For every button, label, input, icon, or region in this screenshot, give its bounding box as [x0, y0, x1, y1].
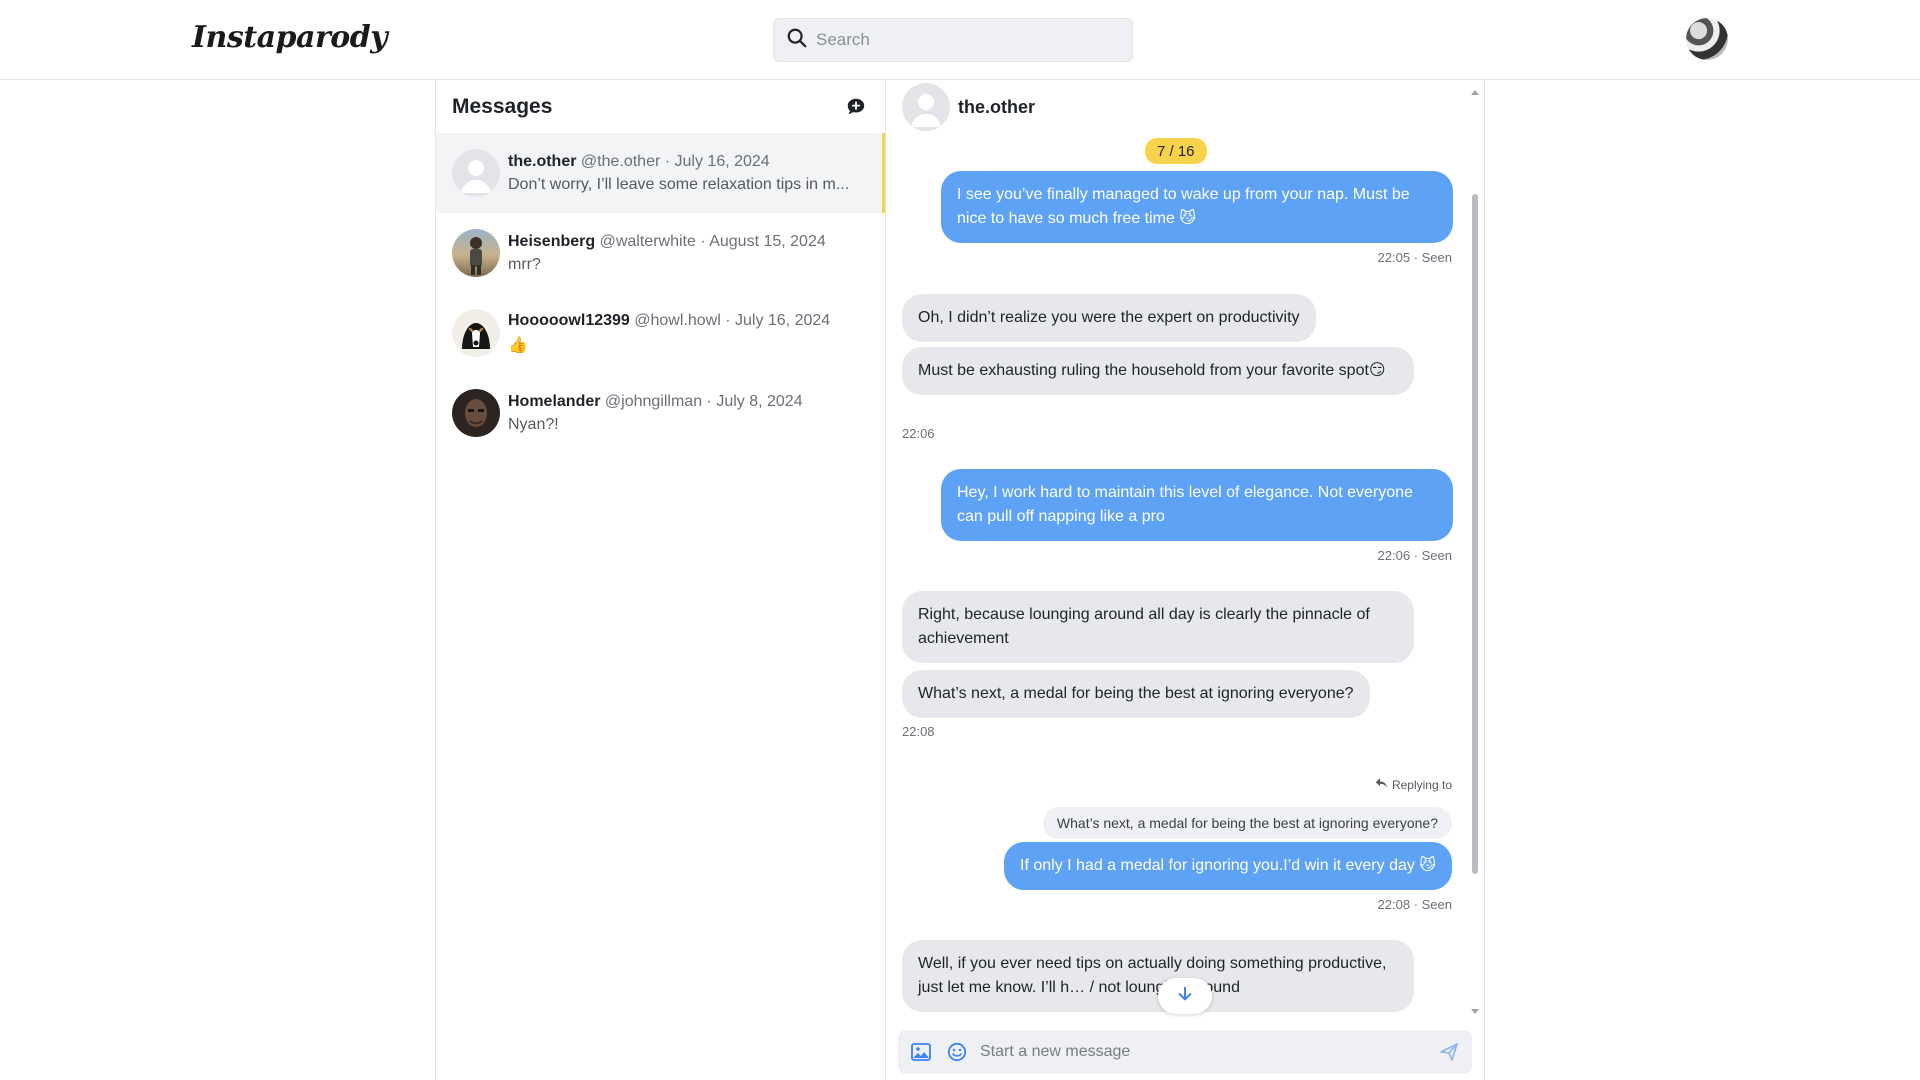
avatar	[452, 229, 500, 277]
conversation-last-message: Nyan?!	[508, 415, 559, 433]
conversation-item[interactable]: the.other @the.other · July 16, 2024 Don…	[436, 133, 885, 213]
message-bubble-sent[interactable]: Hey, I work hard to maintain this level …	[941, 469, 1453, 541]
message-bubble-received[interactable]: Right, because lounging around all day i…	[902, 591, 1414, 663]
message-input[interactable]	[980, 1043, 1420, 1061]
avatar	[452, 389, 500, 437]
chat-title[interactable]: the.other	[958, 97, 1035, 118]
send-icon[interactable]	[1436, 1039, 1462, 1065]
message-timestamp: 22:08 · Seen	[1377, 897, 1452, 912]
message-timestamp: 22:06	[902, 426, 935, 441]
image-icon[interactable]	[908, 1039, 934, 1065]
scroll-down-arrow-icon[interactable]	[1470, 1008, 1480, 1016]
conversation-item[interactable]: Homelander @johngillman · July 8, 2024 N…	[436, 373, 885, 453]
reply-indicator: Replying to	[1375, 777, 1452, 792]
conversation-name: Hooooowl12399	[508, 311, 630, 329]
scroll-thumb[interactable]	[1472, 194, 1478, 874]
conversation-last-message: mrr?	[508, 255, 541, 273]
avatar	[452, 309, 500, 357]
avatar	[452, 149, 500, 197]
messages-panel: Messages the.other @the.other · July 16,…	[435, 80, 886, 1080]
message-bubble-received[interactable]: Must be exhausting ruling the household …	[902, 347, 1414, 395]
top-bar: Instaparody	[0, 0, 1920, 80]
conversation-last-message: Don’t worry, I’ll leave some relaxation …	[508, 175, 850, 193]
message-counter-badge: 7 / 16	[1145, 138, 1207, 164]
profile-avatar[interactable]	[1686, 18, 1728, 60]
message-bubble-sent[interactable]: If only I had a medal for ignoring you.I…	[1004, 842, 1452, 890]
jump-to-latest-button[interactable]	[1158, 978, 1212, 1014]
new-message-icon[interactable]	[844, 95, 868, 119]
reply-label: Replying to	[1391, 777, 1452, 792]
search-box[interactable]	[773, 18, 1133, 62]
conversation-meta: @howl.howl · July 16, 2024	[634, 311, 831, 329]
search-icon	[786, 27, 808, 54]
message-timestamp: 22:06 · Seen	[1377, 548, 1452, 563]
chat-scrollbar[interactable]	[1470, 88, 1480, 1018]
message-bubble-sent[interactable]: I see you’ve finally managed to wake up …	[941, 171, 1453, 243]
conversation-meta: @the.other · July 16, 2024	[580, 152, 770, 170]
conversation-name: Homelander	[508, 392, 601, 410]
chat-avatar[interactable]	[902, 83, 950, 131]
chat-panel: the.other 7 / 16 I see you’ve finally ma…	[886, 80, 1485, 1080]
message-timestamp: 22:08	[902, 724, 935, 739]
search-input[interactable]	[816, 30, 1116, 50]
reply-icon	[1375, 777, 1388, 792]
message-bubble-received[interactable]: Oh, I didn’t realize you were the expert…	[902, 294, 1316, 342]
conversation-item[interactable]: Hooooowl12399 @howl.howl · July 16, 2024…	[436, 293, 885, 373]
arrow-down-icon	[1176, 985, 1194, 1008]
conversation-item[interactable]: Heisenberg @walterwhite · August 15, 202…	[436, 213, 885, 293]
conversation-last-message: 👍	[508, 336, 528, 354]
app-logo[interactable]: Instaparody	[192, 20, 388, 55]
conversation-meta: @walterwhite · August 15, 2024	[599, 232, 826, 250]
messages-header: Messages	[436, 80, 885, 133]
quoted-message[interactable]: What’s next, a medal for being the best …	[1042, 807, 1452, 839]
message-bubble-received[interactable]: What’s next, a medal for being the best …	[902, 670, 1370, 718]
emoji-icon[interactable]	[944, 1039, 970, 1065]
chat-header: the.other	[902, 83, 1035, 131]
scroll-up-arrow-icon[interactable]	[1470, 88, 1480, 96]
conversation-name: the.other	[508, 152, 577, 170]
message-composer	[898, 1030, 1472, 1074]
conversation-name: Heisenberg	[508, 232, 596, 250]
conversation-meta: @johngillman · July 8, 2024	[604, 392, 803, 410]
messages-title: Messages	[452, 94, 553, 118]
message-timestamp: 22:05 · Seen	[1377, 250, 1452, 265]
